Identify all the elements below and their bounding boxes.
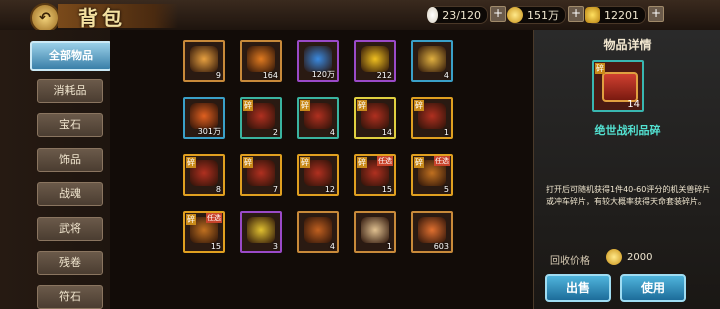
fragment-badge: 碎 [186, 214, 196, 225]
fragment-badge: 碎 [186, 157, 196, 168]
inventory-slot[interactable]: 4 [297, 211, 339, 253]
item-count: 120万 [311, 70, 335, 79]
rice-icon [427, 7, 439, 23]
fragment-badge: 碎 [243, 157, 253, 168]
armor-icon [418, 217, 446, 243]
inventory-slot[interactable]: 603 [411, 211, 453, 253]
item-count: 7 [272, 185, 278, 194]
inventory-grid: 9 164 120万 212 4 301万碎 2 碎 4 碎 14 碎 1 碎 8 碎 7 碎 12 碎任选 15 碎任选… [110, 30, 533, 309]
tab-gems[interactable]: 宝石 [37, 113, 103, 137]
item-count: 8 [215, 185, 221, 194]
coin-icon [606, 249, 622, 265]
sell-button[interactable]: 出售 [545, 274, 611, 302]
fragment-badge: 碎 [414, 100, 424, 111]
fragment-badge: 碎 [300, 100, 310, 111]
item-count: 2 [272, 128, 278, 137]
page-title: 背包 [78, 6, 126, 30]
fragment-badge: 碎 [357, 100, 367, 111]
item-count: 212 [376, 71, 392, 80]
use-button[interactable]: 使用 [620, 274, 686, 302]
inventory-slot[interactable]: 碎任选 5 [411, 154, 453, 196]
detail-item-name: 绝世战利品碎 [594, 124, 661, 137]
category-sidebar: 全部物品 消耗品 宝石 饰品 战魂 武将 残卷 符石 [0, 30, 112, 309]
item-count: 301万 [197, 127, 221, 136]
inventory-slot[interactable]: 212 [354, 40, 396, 82]
tab-war-souls[interactable]: 战魂 [37, 182, 103, 206]
add-coin-button[interactable]: + [568, 6, 584, 22]
inventory-slot[interactable]: 碎7 [240, 154, 282, 196]
recycle-price: 2000 [627, 252, 653, 263]
rice-value: 23/120 [442, 8, 481, 22]
item-count: 4 [329, 128, 335, 137]
item-count: 1 [443, 128, 449, 137]
detail-description: 打开后可随机获得1件40-60评分的机关兽碎片或冲车碎片，有较大概率获得天命套装… [546, 185, 711, 206]
item-count: 9 [215, 71, 221, 80]
fragment-badge: 碎 [243, 100, 253, 111]
back-arrow-icon[interactable]: ↶ [30, 3, 60, 33]
coin-value: 151万 [527, 9, 559, 22]
tab-runestones[interactable]: 符石 [37, 285, 103, 309]
item-count: 4 [443, 71, 449, 80]
tab-all-items[interactable]: 全部物品 [30, 41, 112, 71]
gold-ingot-icon [585, 7, 600, 23]
recycle-price-label: 回收价格 [550, 256, 590, 267]
inventory-slot[interactable]: 碎8 [183, 154, 225, 196]
treasure-bag-icon [304, 217, 332, 243]
inventory-slot[interactable]: 碎1 [411, 97, 453, 139]
coin-icon [507, 7, 523, 23]
item-count: 3 [272, 242, 278, 251]
fragment-badge: 碎 [300, 157, 310, 168]
top-bar: ↶ 背包 23/120 + 151万 + 12201 + [0, 0, 720, 33]
inventory-slot[interactable]: 碎 12 [297, 154, 339, 196]
item-count: 14 [381, 128, 392, 137]
fragment-badge: 碎 [414, 157, 424, 168]
item-count: 1 [386, 242, 392, 251]
item-count: 4 [329, 242, 335, 251]
fragment-badge: 碎 [595, 63, 605, 74]
item-count: 5 [443, 185, 449, 194]
resource-rice: 23/120 [427, 6, 488, 24]
resource-coin: 151万 [507, 6, 566, 24]
tab-consumables[interactable]: 消耗品 [37, 79, 103, 103]
inventory-slot[interactable]: 9 [183, 40, 225, 82]
scroll-icon [361, 217, 389, 243]
inventory-slot[interactable]: 碎2 [240, 97, 282, 139]
item-count: 603 [433, 242, 449, 251]
orange-orb-icon [247, 46, 275, 72]
talisman-icon [418, 46, 446, 72]
optional-tag: 任选 [434, 156, 450, 166]
inventory-slot[interactable]: 164 [240, 40, 282, 82]
detail-title: 物品详情 [603, 38, 652, 52]
inventory-slot[interactable]: 碎任选 15 [354, 154, 396, 196]
tab-fragments[interactable]: 残卷 [37, 251, 103, 275]
add-gold-button[interactable]: + [648, 6, 664, 22]
item-detail-panel: 物品详情 碎 14 绝世战利品碎 打开后可随机获得1件40-60评分的机关兽碎片… [533, 30, 720, 309]
tab-accessories[interactable]: 饰品 [37, 148, 103, 172]
gem-crystal-icon [190, 46, 218, 72]
item-count: 15 [210, 242, 221, 251]
resource-gold: 12201 [585, 6, 646, 24]
inventory-slot[interactable]: 301万 [183, 97, 225, 139]
inventory-slot[interactable]: 3 [240, 211, 282, 253]
item-count: 164 [262, 71, 278, 80]
inventory-slot[interactable]: 120万 [297, 40, 339, 82]
chest-icon: 碎 14 [592, 60, 644, 112]
inventory-slot[interactable]: 1 [354, 211, 396, 253]
inventory-slot[interactable]: 碎4 [297, 97, 339, 139]
gold-value: 12201 [604, 8, 639, 22]
fragment-badge: 碎 [357, 157, 367, 168]
inventory-slot[interactable]: 碎 14 [354, 97, 396, 139]
item-count: 12 [324, 185, 335, 194]
inventory-slot[interactable]: 碎任选 15 [183, 211, 225, 253]
detail-count: 14 [627, 99, 640, 110]
grain-bundle-icon [247, 217, 275, 243]
optional-tag: 任选 [377, 156, 393, 166]
item-count: 15 [381, 185, 392, 194]
optional-tag: 任选 [206, 213, 222, 223]
tab-generals[interactable]: 武将 [37, 217, 103, 241]
gold-coin-icon [361, 46, 389, 72]
inventory-slot[interactable]: 4 [411, 40, 453, 82]
add-rice-button[interactable]: + [490, 6, 506, 22]
